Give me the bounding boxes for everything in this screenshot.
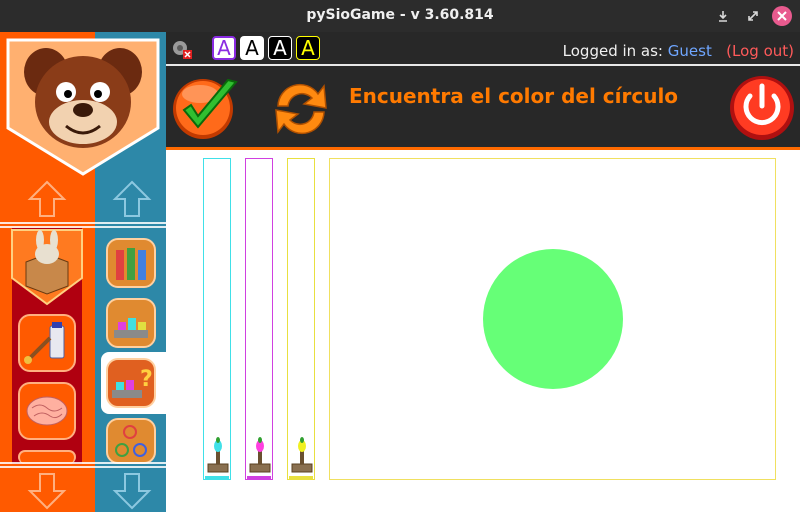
game-color-tubes[interactable]: [106, 238, 156, 288]
task-title: Encuentra el color del círculo: [349, 84, 679, 108]
cyan-slider[interactable]: [203, 158, 231, 480]
power-icon[interactable]: [728, 74, 796, 142]
yellow-slider[interactable]: [287, 158, 315, 480]
separator: [0, 462, 166, 464]
games-scroll-up-icon[interactable]: [111, 178, 153, 224]
games-scroll-down-icon[interactable]: [111, 468, 153, 512]
category-brain[interactable]: [18, 382, 76, 440]
yellow-dropper-icon[interactable]: [290, 436, 314, 476]
categories-scroll-up-icon[interactable]: [26, 178, 68, 224]
category-painting[interactable]: [18, 314, 76, 372]
window-title: pySioGame - v 3.60.814: [306, 7, 494, 23]
categories-scroll-down-icon[interactable]: [26, 468, 68, 512]
game-color-mix[interactable]: [106, 298, 156, 348]
refresh-icon[interactable]: [268, 76, 334, 142]
logout-link[interactable]: (Log out): [726, 42, 794, 60]
magenta-dropper-icon[interactable]: [248, 436, 272, 476]
font-size-button-contrast[interactable]: A: [268, 36, 292, 60]
speaker-muted-icon[interactable]: [170, 38, 192, 59]
info-bar: A A A A Logged in as: Guest (Log out): [166, 32, 800, 64]
magenta-level: [247, 476, 271, 479]
game-area: [166, 150, 800, 512]
target-panel: [329, 158, 776, 480]
yellow-level: [289, 476, 313, 479]
target-color-circle: [483, 249, 623, 389]
minimize-icon[interactable]: [713, 6, 733, 26]
game-color-links[interactable]: [106, 418, 156, 464]
login-label: Logged in as:: [562, 42, 663, 60]
title-bar: pySioGame - v 3.60.814: [0, 0, 800, 32]
font-size-button-normal[interactable]: A: [240, 36, 264, 60]
check-icon[interactable]: [170, 72, 240, 142]
font-size-button-large[interactable]: A: [212, 36, 236, 60]
sidebar: ?: [0, 32, 166, 512]
separator: [0, 222, 166, 224]
category-rabbit-box[interactable]: [8, 228, 86, 306]
cyan-dropper-icon[interactable]: [206, 436, 230, 476]
login-status: Logged in as: Guest (Log out): [563, 42, 794, 60]
close-icon[interactable]: [772, 6, 792, 26]
mascot-logo[interactable]: [4, 36, 162, 176]
maximize-icon[interactable]: [743, 6, 763, 26]
font-size-button-yellow[interactable]: A: [296, 36, 320, 60]
game-find-color[interactable]: ?: [106, 358, 156, 408]
cyan-level: [205, 476, 229, 479]
svg-text:?: ?: [140, 367, 153, 392]
app-window: pySioGame - v 3.60.814 A A A A Logged in…: [0, 0, 800, 512]
user-name[interactable]: Guest: [668, 42, 712, 60]
magenta-slider[interactable]: [245, 158, 273, 480]
toolbar: Encuentra el color del círculo: [166, 66, 800, 150]
